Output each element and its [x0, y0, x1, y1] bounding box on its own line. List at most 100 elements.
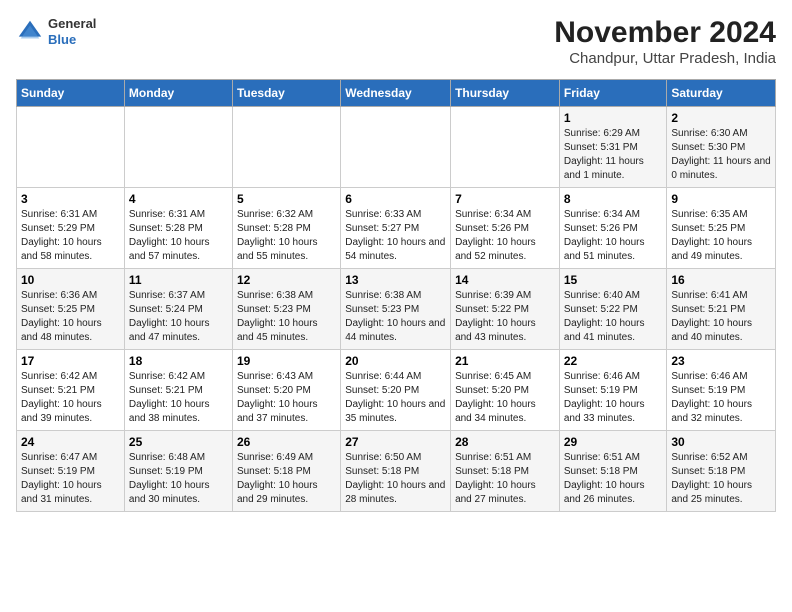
day-number: 23: [671, 354, 771, 368]
day-info: Sunrise: 6:42 AM Sunset: 5:21 PM Dayligh…: [129, 370, 228, 426]
calendar-cell: 13 Sunrise: 6:38 AM Sunset: 5:23 PM Dayli…: [341, 269, 451, 350]
day-info: Sunrise: 6:41 AM Sunset: 5:21 PM Dayligh…: [671, 289, 771, 345]
calendar-cell: 21 Sunrise: 6:45 AM Sunset: 5:20 PM Dayli…: [451, 350, 560, 431]
day-info: Sunrise: 6:36 AM Sunset: 5:25 PM Dayligh…: [21, 289, 120, 345]
day-info: Sunrise: 6:30 AM Sunset: 5:30 PM Dayligh…: [671, 127, 771, 183]
calendar-header: SundayMondayTuesdayWednesdayThursdayFrid…: [17, 80, 776, 107]
calendar-cell: 28Sunrise: 6:51 AM Sunset: 5:18 PM Dayli…: [451, 431, 560, 512]
calendar-cell: 10 Sunrise: 6:36 AM Sunset: 5:25 PM Dayli…: [17, 269, 125, 350]
calendar-cell: 23 Sunrise: 6:46 AM Sunset: 5:19 PM Dayli…: [667, 350, 776, 431]
day-info: Sunrise: 6:43 AM Sunset: 5:20 PM Dayligh…: [237, 370, 336, 426]
calendar-cell: 12 Sunrise: 6:38 AM Sunset: 5:23 PM Dayli…: [232, 269, 340, 350]
day-number: 30: [671, 435, 771, 449]
day-number: 17: [21, 354, 120, 368]
calendar-cell: 6Sunrise: 6:33 AM Sunset: 5:27 PM Daylig…: [341, 188, 451, 269]
calendar-cell: 11Sunrise: 6:37 AM Sunset: 5:24 PM Dayli…: [124, 269, 232, 350]
calendar-cell: 1 Sunrise: 6:29 AM Sunset: 5:31 PM Daylig…: [559, 107, 667, 188]
column-header-tuesday: Tuesday: [232, 80, 340, 107]
day-number: 4: [129, 192, 228, 206]
day-number: 10: [21, 273, 120, 287]
calendar-cell: [341, 107, 451, 188]
week-row-2: 10 Sunrise: 6:36 AM Sunset: 5:25 PM Dayli…: [17, 269, 776, 350]
day-number: 1: [564, 111, 663, 125]
day-number: 29: [564, 435, 663, 449]
logo-blue-text: Blue: [48, 32, 96, 48]
day-number: 19: [237, 354, 336, 368]
calendar-cell: 29 Sunrise: 6:51 AM Sunset: 5:18 PM Dayli…: [559, 431, 667, 512]
calendar-cell: 8Sunrise: 6:34 AM Sunset: 5:26 PM Daylig…: [559, 188, 667, 269]
day-number: 21: [455, 354, 555, 368]
calendar-cell: [17, 107, 125, 188]
day-info: Sunrise: 6:39 AM Sunset: 5:22 PM Dayligh…: [455, 289, 555, 345]
calendar-cell: 16 Sunrise: 6:41 AM Sunset: 5:21 PM Dayli…: [667, 269, 776, 350]
column-header-monday: Monday: [124, 80, 232, 107]
calendar-cell: 17 Sunrise: 6:42 AM Sunset: 5:21 PM Dayli…: [17, 350, 125, 431]
day-number: 13: [345, 273, 446, 287]
calendar-body: 1 Sunrise: 6:29 AM Sunset: 5:31 PM Daylig…: [17, 107, 776, 512]
day-number: 16: [671, 273, 771, 287]
day-info: Sunrise: 6:49 AM Sunset: 5:18 PM Dayligh…: [237, 451, 336, 507]
column-header-wednesday: Wednesday: [341, 80, 451, 107]
day-info: Sunrise: 6:38 AM Sunset: 5:23 PM Dayligh…: [345, 289, 446, 345]
day-number: 14: [455, 273, 555, 287]
day-number: 9: [671, 192, 771, 206]
main-title: November 2024: [554, 16, 776, 50]
logo-general-text: General: [48, 16, 96, 32]
day-info: Sunrise: 6:38 AM Sunset: 5:23 PM Dayligh…: [237, 289, 336, 345]
day-info: Sunrise: 6:50 AM Sunset: 5:18 PM Dayligh…: [345, 451, 446, 507]
day-info: Sunrise: 6:45 AM Sunset: 5:20 PM Dayligh…: [455, 370, 555, 426]
day-info: Sunrise: 6:34 AM Sunset: 5:26 PM Dayligh…: [455, 208, 555, 264]
day-info: Sunrise: 6:29 AM Sunset: 5:31 PM Dayligh…: [564, 127, 663, 183]
calendar-table: SundayMondayTuesdayWednesdayThursdayFrid…: [16, 79, 776, 512]
day-info: Sunrise: 6:40 AM Sunset: 5:22 PM Dayligh…: [564, 289, 663, 345]
calendar-cell: 5 Sunrise: 6:32 AM Sunset: 5:28 PM Daylig…: [232, 188, 340, 269]
week-row-1: 3 Sunrise: 6:31 AM Sunset: 5:29 PM Daylig…: [17, 188, 776, 269]
calendar-cell: [124, 107, 232, 188]
day-info: Sunrise: 6:48 AM Sunset: 5:19 PM Dayligh…: [129, 451, 228, 507]
column-header-friday: Friday: [559, 80, 667, 107]
week-row-0: 1 Sunrise: 6:29 AM Sunset: 5:31 PM Daylig…: [17, 107, 776, 188]
day-info: Sunrise: 6:42 AM Sunset: 5:21 PM Dayligh…: [21, 370, 120, 426]
day-number: 15: [564, 273, 663, 287]
week-row-4: 24 Sunrise: 6:47 AM Sunset: 5:19 PM Dayli…: [17, 431, 776, 512]
day-number: 8: [564, 192, 663, 206]
day-number: 12: [237, 273, 336, 287]
day-number: 24: [21, 435, 120, 449]
day-info: Sunrise: 6:46 AM Sunset: 5:19 PM Dayligh…: [671, 370, 771, 426]
day-number: 2: [671, 111, 771, 125]
calendar-cell: 25 Sunrise: 6:48 AM Sunset: 5:19 PM Dayli…: [124, 431, 232, 512]
calendar-cell: 14 Sunrise: 6:39 AM Sunset: 5:22 PM Dayli…: [451, 269, 560, 350]
calendar-cell: 19 Sunrise: 6:43 AM Sunset: 5:20 PM Dayli…: [232, 350, 340, 431]
day-info: Sunrise: 6:52 AM Sunset: 5:18 PM Dayligh…: [671, 451, 771, 507]
header-row: SundayMondayTuesdayWednesdayThursdayFrid…: [17, 80, 776, 107]
calendar-cell: 7 Sunrise: 6:34 AM Sunset: 5:26 PM Daylig…: [451, 188, 560, 269]
calendar-cell: 20Sunrise: 6:44 AM Sunset: 5:20 PM Dayli…: [341, 350, 451, 431]
day-info: Sunrise: 6:51 AM Sunset: 5:18 PM Dayligh…: [564, 451, 663, 507]
day-info: Sunrise: 6:46 AM Sunset: 5:19 PM Dayligh…: [564, 370, 663, 426]
day-info: Sunrise: 6:32 AM Sunset: 5:28 PM Dayligh…: [237, 208, 336, 264]
day-info: Sunrise: 6:47 AM Sunset: 5:19 PM Dayligh…: [21, 451, 120, 507]
day-number: 25: [129, 435, 228, 449]
calendar-cell: 9 Sunrise: 6:35 AM Sunset: 5:25 PM Daylig…: [667, 188, 776, 269]
day-number: 7: [455, 192, 555, 206]
day-info: Sunrise: 6:37 AM Sunset: 5:24 PM Dayligh…: [129, 289, 228, 345]
day-info: Sunrise: 6:33 AM Sunset: 5:27 PM Dayligh…: [345, 208, 446, 264]
day-number: 20: [345, 354, 446, 368]
calendar-cell: 15 Sunrise: 6:40 AM Sunset: 5:22 PM Dayli…: [559, 269, 667, 350]
logo-icon: [16, 18, 44, 46]
day-number: 3: [21, 192, 120, 206]
day-info: Sunrise: 6:35 AM Sunset: 5:25 PM Dayligh…: [671, 208, 771, 264]
day-number: 27: [345, 435, 446, 449]
calendar-cell: 3 Sunrise: 6:31 AM Sunset: 5:29 PM Daylig…: [17, 188, 125, 269]
day-number: 26: [237, 435, 336, 449]
week-row-3: 17 Sunrise: 6:42 AM Sunset: 5:21 PM Dayli…: [17, 350, 776, 431]
day-info: Sunrise: 6:31 AM Sunset: 5:29 PM Dayligh…: [21, 208, 120, 264]
calendar-cell: 26 Sunrise: 6:49 AM Sunset: 5:18 PM Dayli…: [232, 431, 340, 512]
column-header-sunday: Sunday: [17, 80, 125, 107]
day-number: 5: [237, 192, 336, 206]
calendar-cell: 24 Sunrise: 6:47 AM Sunset: 5:19 PM Dayli…: [17, 431, 125, 512]
calendar-cell: [451, 107, 560, 188]
subtitle: Chandpur, Uttar Pradesh, India: [554, 50, 776, 67]
column-header-saturday: Saturday: [667, 80, 776, 107]
day-number: 28: [455, 435, 555, 449]
